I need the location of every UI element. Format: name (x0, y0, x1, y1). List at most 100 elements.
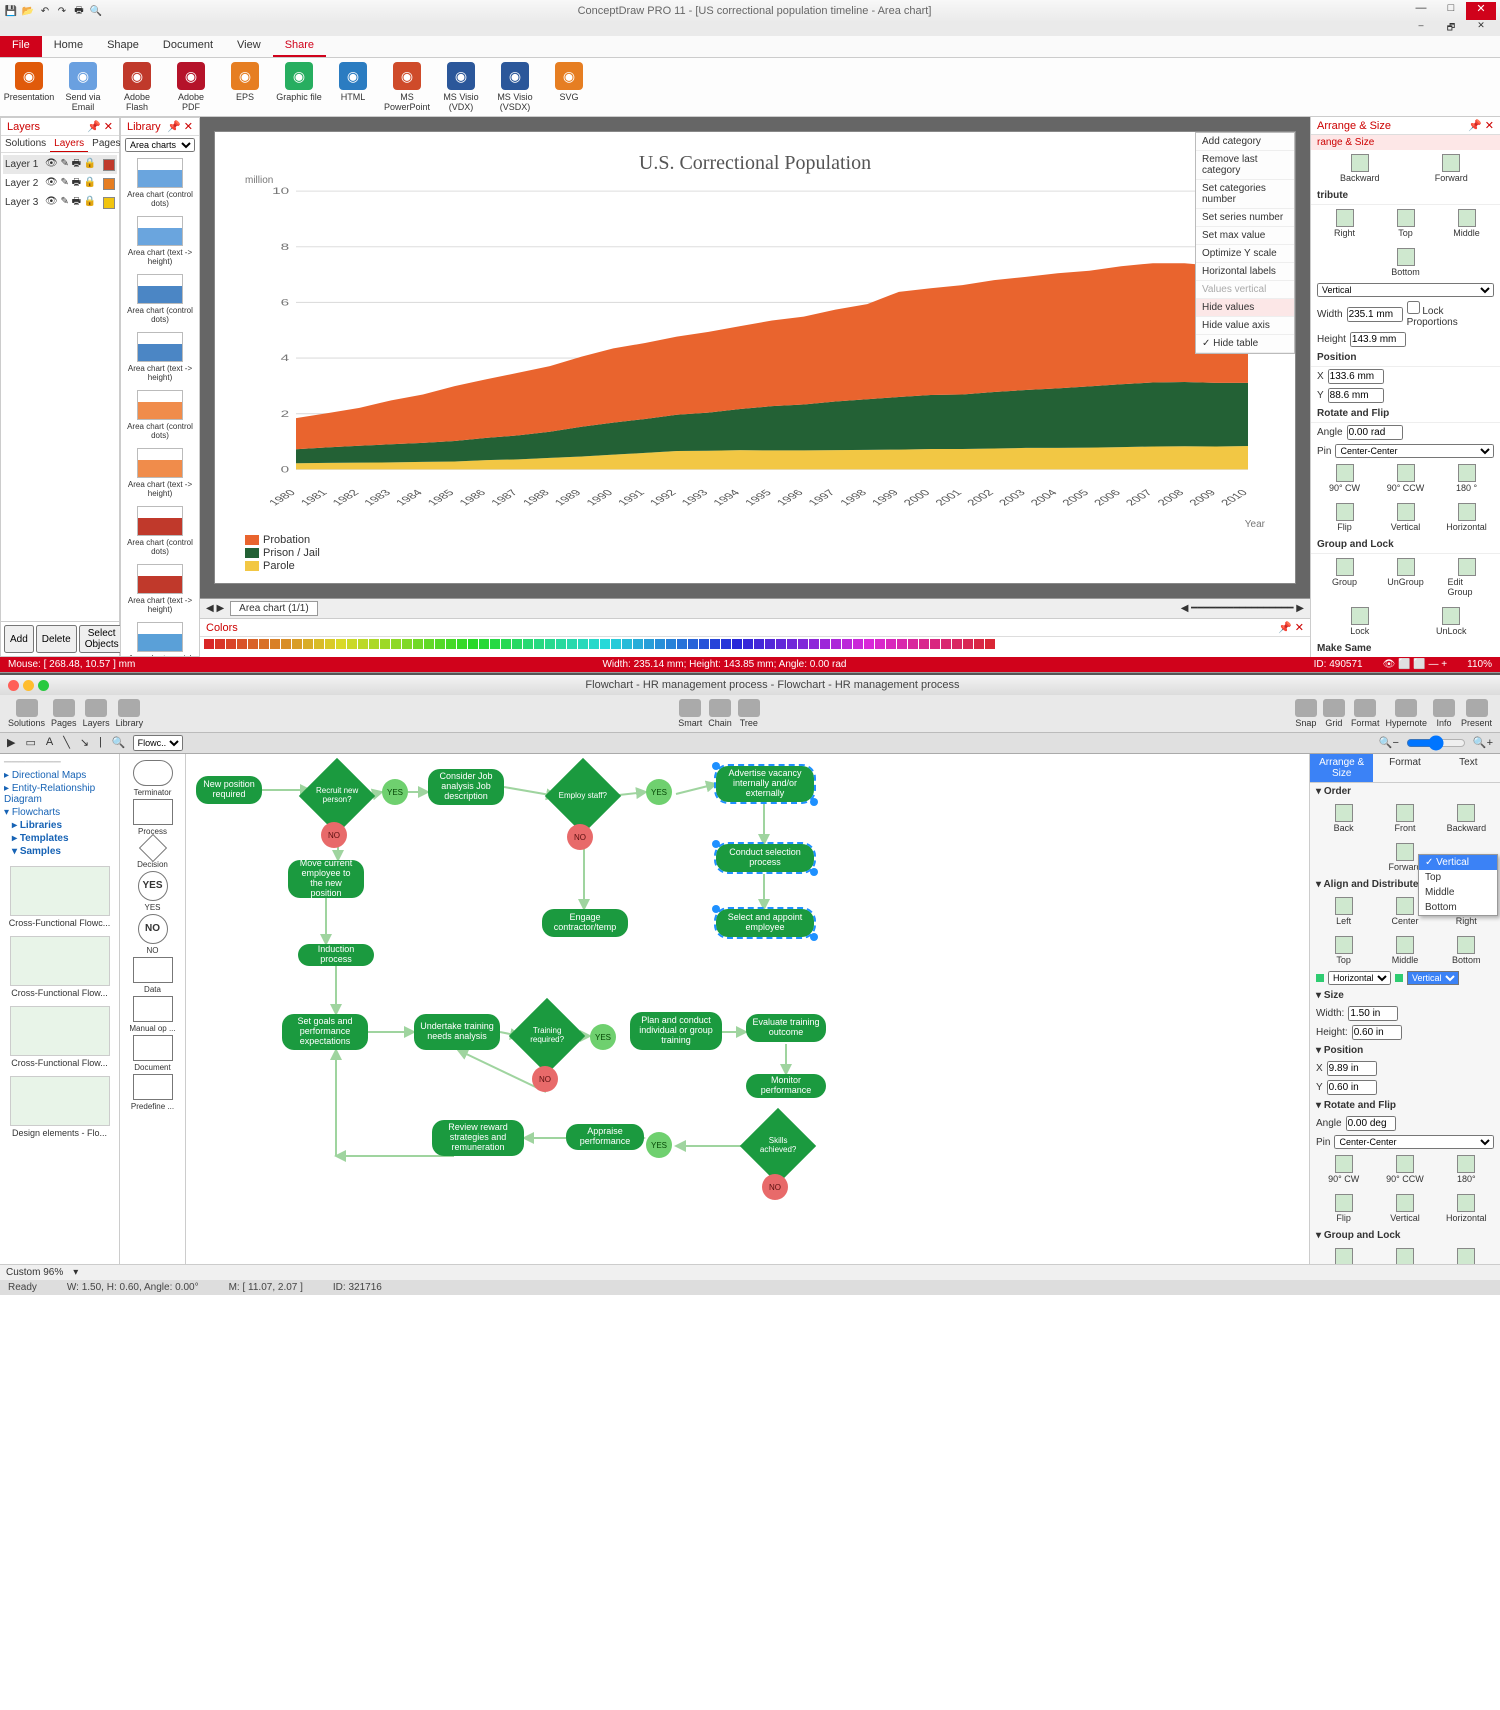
shape-tab[interactable]: Shape (95, 36, 151, 57)
child-restore-button[interactable]: 🗗 (1436, 20, 1466, 38)
color-swatch[interactable] (974, 639, 984, 649)
flow-n1[interactable]: New position required (196, 776, 262, 804)
sample-thumb[interactable]: Cross-Functional Flowc... (2, 866, 117, 928)
toolbar-present[interactable]: Present (1461, 699, 1492, 728)
shape-process[interactable]: Process (124, 799, 181, 836)
height-input[interactable] (1350, 332, 1406, 347)
shape-manual op ...[interactable]: Manual op ... (124, 996, 181, 1033)
prop-unlock[interactable]: UnLock (1432, 607, 1470, 636)
width-input-2[interactable] (1348, 1006, 1398, 1021)
library-item[interactable]: Area chart (control dots) (123, 272, 197, 330)
color-swatch[interactable] (842, 639, 852, 649)
view-tab[interactable]: View (225, 36, 273, 57)
ctx-add category[interactable]: Add category (1196, 133, 1294, 151)
color-swatch[interactable] (567, 639, 577, 649)
shape-predefine ...[interactable]: Predefine ... (124, 1074, 181, 1111)
tool-text-icon[interactable]: A (43, 735, 56, 751)
toolbar-info[interactable]: Info (1433, 699, 1455, 728)
zoom-slider[interactable] (1406, 735, 1466, 751)
dist-h-select[interactable]: Horizontal (1328, 971, 1391, 985)
layers-add-button[interactable]: Add (4, 625, 34, 653)
color-swatch[interactable] (347, 639, 357, 649)
shapes-library[interactable]: TerminatorProcessDecisionYESYESNONODataM… (120, 754, 186, 1264)
ribbon-presentation[interactable]: ◉Presentation (6, 62, 52, 112)
flow-n19[interactable]: Review reward strategies and remuneratio… (432, 1120, 524, 1156)
toolbar-hypernote[interactable]: Hypernote (1385, 699, 1427, 728)
color-swatch[interactable] (292, 639, 302, 649)
layer-row[interactable]: Layer 3👁 ✎ 🖶 🔒 (3, 193, 117, 212)
tool-connector-icon[interactable]: ↘ (77, 735, 92, 751)
flow-n14[interactable]: Plan and conduct individual or group tra… (630, 1012, 722, 1050)
pin-select-2[interactable]: Center-Center (1334, 1135, 1494, 1149)
color-swatch[interactable] (380, 639, 390, 649)
layers-tab-layers[interactable]: Layers (50, 136, 88, 152)
flow-n17[interactable]: Skills achieved? (740, 1108, 816, 1184)
toolbar-smart[interactable]: Smart (678, 699, 702, 728)
color-swatch[interactable] (435, 639, 445, 649)
x-input-2[interactable] (1327, 1061, 1377, 1076)
qat-folder-icon[interactable]: 📂 (21, 4, 35, 18)
flowchart-canvas[interactable]: New position requiredRecruit new person?… (186, 754, 1310, 1264)
prop-flip[interactable]: Flip (1326, 503, 1364, 532)
color-swatch[interactable] (776, 639, 786, 649)
color-swatch[interactable] (512, 639, 522, 649)
share-tab[interactable]: Share (273, 36, 326, 57)
color-swatch[interactable] (743, 639, 753, 649)
zoom-out-icon[interactable]: 🔍− (1376, 735, 1402, 751)
color-swatch[interactable] (655, 639, 665, 649)
solutions-tree[interactable]: ──────── ▸ Directional Maps ▸ Entity-Rel… (0, 754, 120, 1264)
layers-delete-button[interactable]: Delete (36, 625, 77, 653)
sample-thumb[interactable]: Cross-Functional Flow... (2, 1006, 117, 1068)
height-input-2[interactable] (1352, 1025, 1402, 1040)
prop-lock[interactable]: Lock (1447, 1248, 1485, 1264)
dist-v-select[interactable]: Vertical (1407, 971, 1459, 985)
popup-bottom[interactable]: Bottom (1419, 900, 1497, 915)
toolbar-layers[interactable]: Layers (83, 699, 110, 728)
vertical-distribute-popup[interactable]: ✓ VerticalTopMiddleBottom (1418, 854, 1498, 916)
color-swatch[interactable] (446, 639, 456, 649)
color-swatch[interactable] (248, 639, 258, 649)
qat-save-icon[interactable]: 💾 (4, 4, 18, 18)
library-item[interactable]: Area chart - serial (123, 620, 197, 656)
library-item[interactable]: Area chart (text -> height) (123, 214, 197, 272)
color-swatch[interactable] (589, 639, 599, 649)
prop-90° cw[interactable]: 90° CW (1325, 1155, 1363, 1184)
flow-n8[interactable]: Move current employee to the new positio… (288, 860, 364, 898)
tab-format[interactable]: Format (1373, 754, 1436, 782)
ribbon-adobe flash[interactable]: ◉Adobe Flash (114, 62, 160, 112)
child-close-button[interactable]: ✕ (1466, 20, 1496, 38)
library-item[interactable]: Area chart (control dots) (123, 156, 197, 214)
layers-tab-solutions[interactable]: Solutions (1, 136, 50, 152)
prop-left[interactable]: Left (1325, 897, 1363, 926)
pin-select[interactable]: Center-Center (1335, 444, 1494, 458)
prop-vertical[interactable]: Vertical (1387, 503, 1425, 532)
prop-group[interactable]: Group (1325, 1248, 1363, 1264)
ribbon-adobe pdf[interactable]: ◉Adobe PDF (168, 62, 214, 112)
page-tabs[interactable]: ◀ ▶Area chart (1/1) ◀ ━━━━━━━━━━━━━━━━━ … (200, 598, 1310, 618)
shape-data[interactable]: Data (124, 957, 181, 994)
color-swatch[interactable] (578, 639, 588, 649)
toolbar-format[interactable]: Format (1351, 699, 1380, 728)
color-swatch[interactable] (501, 639, 511, 649)
mac-close-button[interactable] (8, 680, 19, 691)
colors-palette[interactable] (200, 637, 1310, 657)
toolbar-snap[interactable]: Snap (1295, 699, 1317, 728)
color-swatch[interactable] (424, 639, 434, 649)
ctx-horizontal labels[interactable]: Horizontal labels (1196, 263, 1294, 281)
color-swatch[interactable] (611, 639, 621, 649)
angle-input-2[interactable] (1346, 1116, 1396, 1131)
tool-line-icon[interactable]: ╲ (60, 735, 73, 751)
tool-select-icon[interactable]: ▭ (22, 735, 38, 751)
toolbar-library[interactable]: Library (116, 699, 144, 728)
dist-vert-select[interactable]: Vertical (1317, 283, 1494, 297)
layers-pin-icon[interactable]: 📌 ✕ (87, 120, 113, 133)
color-swatch[interactable] (765, 639, 775, 649)
prop-group[interactable]: Group (1326, 558, 1364, 597)
color-swatch[interactable] (853, 639, 863, 649)
color-swatch[interactable] (325, 639, 335, 649)
prop-front[interactable]: Front (1386, 804, 1424, 833)
ctx-hide table[interactable]: ✓ Hide table (1196, 335, 1294, 353)
prop-lock[interactable]: Lock (1341, 607, 1379, 636)
color-swatch[interactable] (402, 639, 412, 649)
width-input[interactable] (1347, 307, 1403, 322)
